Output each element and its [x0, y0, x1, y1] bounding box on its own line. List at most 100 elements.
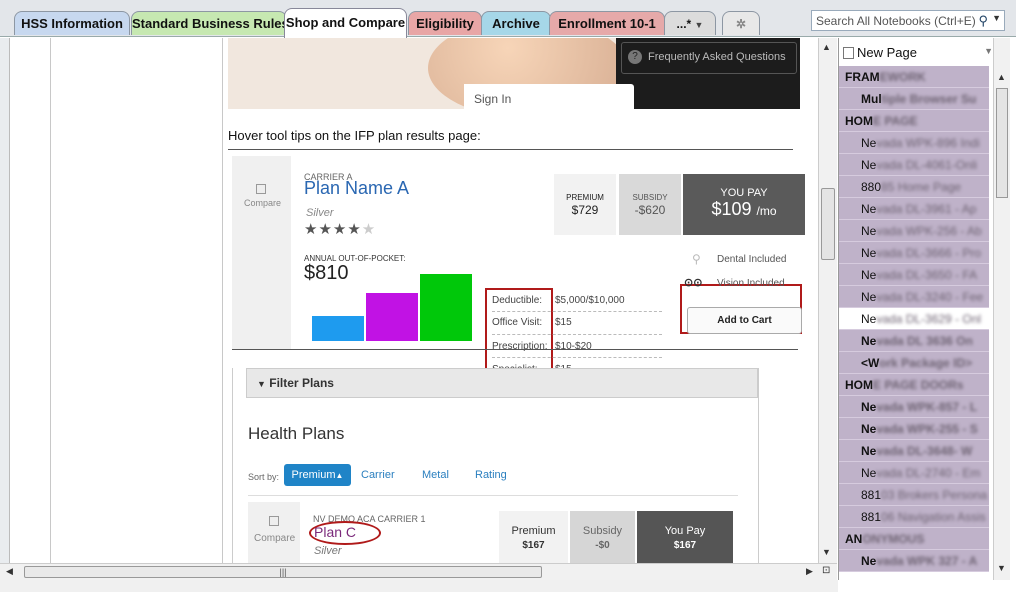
page-tab-item[interactable]: Nevada DL-3240 - Fee — [839, 286, 989, 308]
page-tab-label: Ne — [861, 290, 877, 304]
page-tab-label: Ne — [861, 136, 877, 150]
premium-box: PREMIUM $729 — [554, 174, 616, 235]
page-tab-item[interactable]: Nevada DL 3636 On — [839, 330, 989, 352]
pages-scrollbar[interactable]: ▲ ▼ — [993, 38, 1010, 580]
page-tab-item[interactable]: Nevada DL-2740 - Em — [839, 462, 989, 484]
page-horizontal-scrollbar[interactable]: ◀ ||| ▶ ⊡ — [0, 563, 837, 580]
scroll-right-icon[interactable]: ▶ — [806, 566, 813, 577]
page-tab-item[interactable]: HOME PAGE DOORs — [839, 374, 989, 396]
page-vertical-scrollbar[interactable]: ▲ ▼ — [818, 38, 837, 563]
faq-button[interactable]: ? Frequently Asked Questions — [621, 42, 797, 74]
page-tab-label-redacted: vada WPK-857 - L — [876, 400, 978, 414]
page-tab-label: 881 — [861, 510, 882, 524]
plan-name-link[interactable]: Plan Name A — [304, 178, 409, 199]
you-pay-value: $167 — [673, 540, 697, 551]
page-tab-label-redacted: vada WPK 327 - A — [876, 554, 978, 568]
scroll-left-icon[interactable]: ◀ — [6, 566, 13, 577]
scroll-down-icon[interactable]: ▼ — [822, 547, 831, 557]
page-tab-item[interactable]: 88106 Navigation Assis — [839, 506, 989, 528]
search-scope-dropdown-icon[interactable]: ▼ — [992, 13, 1001, 23]
sort-premium-button[interactable]: Premium▲ — [284, 464, 351, 486]
faq-label: Frequently Asked Questions — [648, 51, 786, 63]
page-tab-item[interactable]: Nevada WPK-896 Indi — [839, 132, 989, 154]
page-tab-item[interactable]: Nevada DL-3648- W — [839, 440, 989, 462]
tab-shop-and-compare[interactable]: Shop and Compare — [284, 8, 407, 38]
page-tab-item[interactable]: Multiple Browser Su — [839, 88, 989, 110]
page-tab-label: <W — [861, 356, 880, 370]
page-tab-item[interactable]: Nevada WPK-857 - L — [839, 396, 989, 418]
vision-included[interactable]: Vision Included — [717, 278, 785, 289]
page-tab-label-redacted: ork Package ID> — [879, 356, 973, 370]
scroll-up-icon[interactable]: ▲ — [997, 72, 1006, 82]
caption-underline — [228, 149, 793, 150]
subsidy-label: Subsidy — [582, 525, 623, 537]
compare-checkbox[interactable] — [269, 516, 279, 526]
tab-archive[interactable]: Archive — [481, 11, 551, 35]
new-page-label: New Page — [857, 45, 917, 60]
new-page-button[interactable]: New Page ▼ — [839, 38, 999, 66]
tab-standard-business-rules[interactable]: Standard Business Rules — [131, 11, 287, 35]
page-tab-item[interactable]: 88085 Home Page — [839, 176, 989, 198]
page-tab-label: AN — [845, 532, 863, 546]
page-tab-item[interactable]: Nevada WPK-255 - S — [839, 418, 989, 440]
compare-checkbox[interactable] — [256, 184, 266, 194]
page-tab-label-redacted: vada DL-3961 - Ap — [876, 202, 977, 216]
add-to-cart-button[interactable]: Add to Cart — [687, 307, 802, 334]
page-tab-item[interactable]: Nevada DL-3650 - FA — [839, 264, 989, 286]
scroll-thumb[interactable] — [996, 88, 1008, 198]
page-tab-label-redacted: vada DL-2740 - Em — [876, 466, 981, 480]
tab-hss-information[interactable]: HSS Information — [14, 11, 130, 35]
page-tab-label-redacted: vada DL-3666 - Pro — [876, 246, 982, 260]
dental-included[interactable]: Dental Included — [717, 254, 787, 265]
scroll-up-icon[interactable]: ▲ — [822, 42, 831, 52]
page-tab-label: Ne — [861, 224, 877, 238]
page-tab-item[interactable]: Nevada WPK-256 - Ab — [839, 220, 989, 242]
chevron-down-icon[interactable]: ▼ — [984, 46, 993, 56]
sort-by-label: Sort by: — [248, 472, 280, 482]
page-tab-label: Ne — [861, 246, 877, 260]
tab-enrollment-10-1[interactable]: Enrollment 10-1 — [549, 11, 665, 35]
page-tab-item[interactable]: Nevada DL-4061-Onli — [839, 154, 989, 176]
sign-in-box[interactable]: Sign In — [464, 84, 634, 109]
page-tabs-panel: New Page ▼ FRAMEWORK Multiple Browser Su HO… — [838, 38, 1016, 580]
page-tab-label-redacted: 03 Brokers Persona — [881, 488, 988, 502]
subsidy-value: -$620 — [634, 203, 666, 217]
search-all-notebooks-input[interactable]: Search All Notebooks (Ctrl+E) ⚲ ▼ — [811, 10, 1005, 31]
page-tab-item[interactable]: FRAMEWORK — [839, 66, 989, 88]
search-placeholder: Search All Notebooks (Ctrl+E) — [816, 14, 976, 28]
page-tab-label-redacted: vada DL-3240 - Fee — [876, 290, 984, 304]
new-section-tab[interactable]: ✲ — [722, 11, 760, 35]
tooth-icon: ⚲ — [692, 252, 701, 266]
page-tab-item[interactable]: Nevada WPK 327 - A — [839, 550, 989, 572]
scroll-thumb[interactable]: ||| — [24, 566, 542, 578]
premium-value: $167 — [522, 540, 545, 551]
you-pay-label: YOU PAY — [720, 187, 768, 199]
page-tab-item[interactable]: Nevada DL-3961 - Ap — [839, 198, 989, 220]
plan-card-screenshot: Compare CARRIER A Plan Name A Silver ★★★… — [232, 156, 805, 384]
page-tab-item[interactable]: 88103 Brokers Persona — [839, 484, 989, 506]
sort-metal-link[interactable]: Metal — [422, 469, 449, 481]
premium-label: PREMIUM — [566, 193, 604, 202]
more-tabs-button[interactable]: ...* ▼ — [664, 11, 716, 35]
search-icon[interactable]: ⚲ — [978, 13, 988, 29]
page-tab-item[interactable]: Nevada DL-3629 - Onl — [839, 308, 989, 330]
resize-grip-icon[interactable]: ⊡ — [822, 565, 830, 576]
scroll-thumb[interactable] — [821, 188, 835, 260]
detail-value-deductible: $5,000/$10,000 — [555, 295, 625, 306]
stars-empty-icon: ★ — [361, 221, 377, 238]
page-canvas[interactable]: ? Frequently Asked Questions Sign In Hove… — [10, 38, 818, 563]
page-tab-item[interactable]: <Work Package ID> — [839, 352, 989, 374]
page-tab-label-redacted: E PAGE — [873, 114, 918, 128]
sort-rating-link[interactable]: Rating — [475, 469, 507, 481]
scroll-down-icon[interactable]: ▼ — [997, 563, 1006, 573]
filter-plans-bar[interactable]: ▼ Filter Plans — [246, 368, 758, 398]
tab-eligibility[interactable]: Eligibility — [408, 11, 482, 35]
page-tab-item[interactable]: ANONYMOUS — [839, 528, 989, 550]
premium-value: $729 — [571, 203, 599, 217]
stars-filled-icon: ★★★★ — [304, 221, 362, 238]
page-tab-label: Ne — [861, 158, 877, 172]
page-tab-item[interactable]: Nevada DL-3666 - Pro — [839, 242, 989, 264]
page-tab-label-redacted: E PAGE DOORs — [873, 378, 964, 392]
page-tab-item[interactable]: HOME PAGE — [839, 110, 989, 132]
sort-carrier-link[interactable]: Carrier — [361, 469, 395, 481]
